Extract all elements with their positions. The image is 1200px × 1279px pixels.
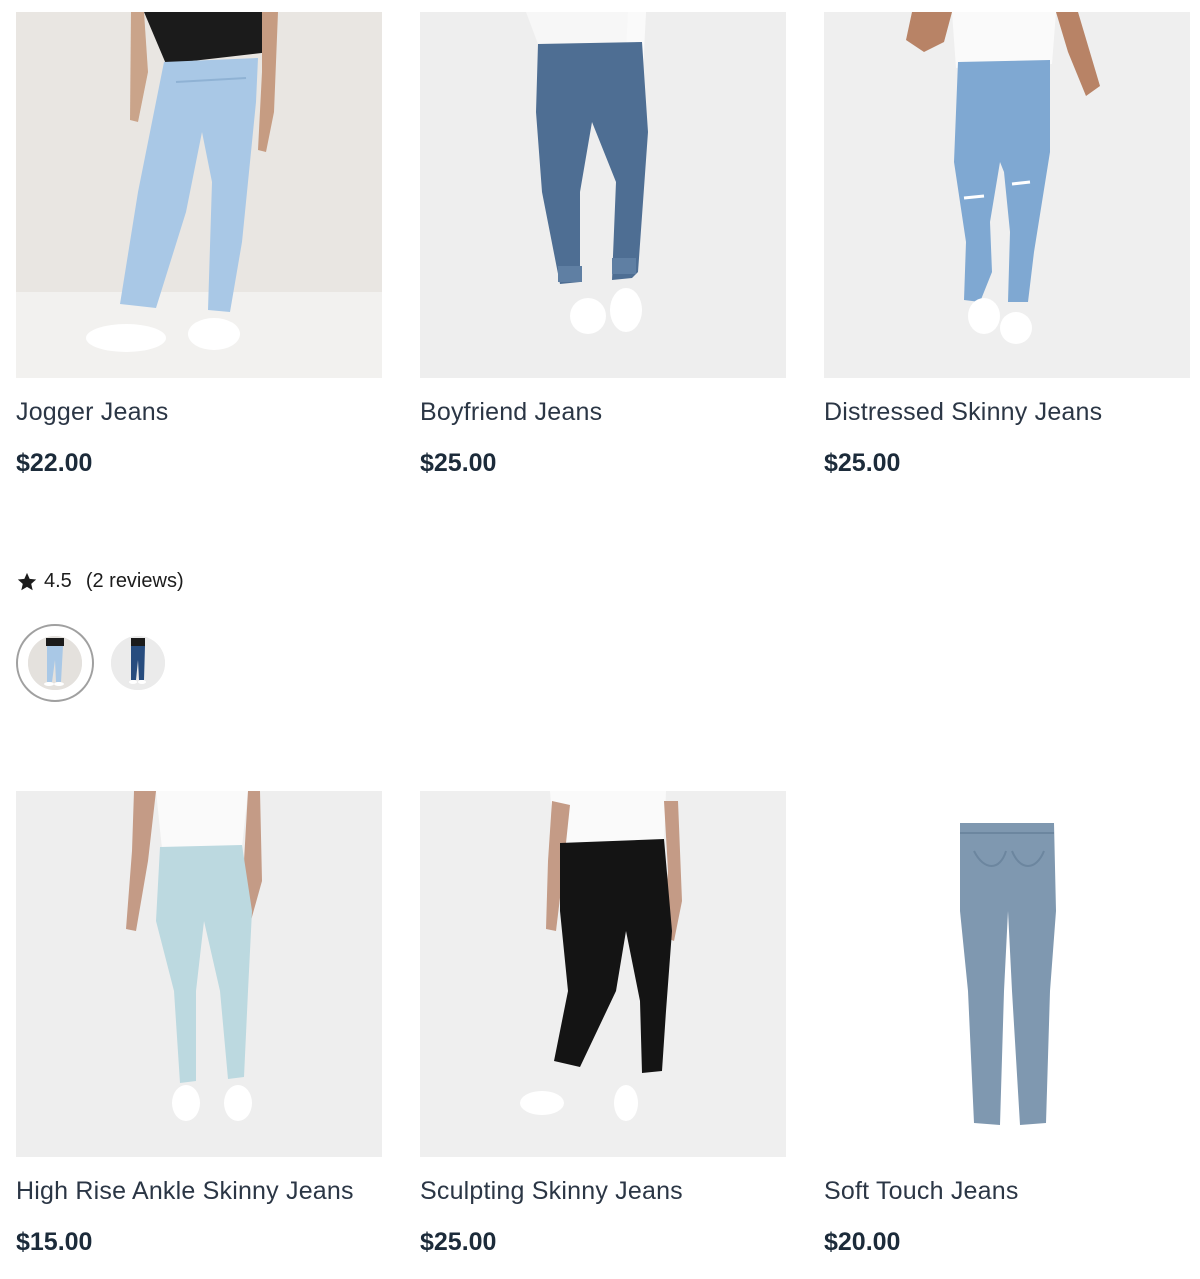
product-image[interactable] <box>824 791 1190 1157</box>
product-image[interactable] <box>420 12 786 378</box>
product-card[interactable]: Jogger Jeans $22.00 <box>16 12 382 477</box>
soft-touch-jeans-product-photo <box>824 791 1190 1157</box>
product-card[interactable]: Distressed Skinny Jeans $25.00 <box>824 12 1190 477</box>
product-price: $15.00 <box>16 1228 93 1256</box>
product-title[interactable]: High Rise Ankle Skinny Jeans <box>16 1177 354 1206</box>
sculpting-skinny-jeans-model-photo <box>420 791 786 1157</box>
product-rating: 4.5 (2 reviews) <box>16 570 184 593</box>
product-image[interactable] <box>16 12 382 378</box>
product-title[interactable]: Sculpting Skinny Jeans <box>420 1177 683 1206</box>
product-image[interactable] <box>824 12 1190 378</box>
product-image[interactable] <box>16 791 382 1157</box>
product-price: $25.00 <box>824 449 901 477</box>
jogger-jeans-model-photo <box>16 12 382 378</box>
product-price: $25.00 <box>420 449 497 477</box>
rating-score: 4.5 <box>44 570 72 592</box>
star-icon <box>17 572 37 590</box>
jogger-jeans-thumbnail <box>28 636 82 690</box>
boyfriend-jeans-model-photo <box>420 12 786 378</box>
product-price: $25.00 <box>420 1228 497 1256</box>
product-image[interactable] <box>420 791 786 1157</box>
color-swatch-dark-blue[interactable] <box>111 636 165 690</box>
color-swatch-light-blue[interactable] <box>16 624 94 702</box>
product-card[interactable]: Sculpting Skinny Jeans $25.00 <box>420 791 786 1256</box>
product-card[interactable]: High Rise Ankle Skinny Jeans $15.00 <box>16 791 382 1256</box>
product-title[interactable]: Soft Touch Jeans <box>824 1177 1019 1206</box>
product-title[interactable]: Boyfriend Jeans <box>420 398 602 427</box>
jogger-jeans-dark-thumbnail <box>111 636 165 690</box>
product-price: $20.00 <box>824 1228 901 1256</box>
product-title[interactable]: Distressed Skinny Jeans <box>824 398 1102 427</box>
distressed-skinny-jeans-model-photo <box>824 12 1190 378</box>
product-card[interactable]: Soft Touch Jeans $20.00 <box>824 791 1190 1256</box>
rating-review-count[interactable]: (2 reviews) <box>86 570 184 593</box>
product-price: $22.00 <box>16 449 93 477</box>
high-rise-ankle-skinny-jeans-model-photo <box>16 791 382 1157</box>
product-card[interactable]: Boyfriend Jeans $25.00 <box>420 12 786 477</box>
product-title[interactable]: Jogger Jeans <box>16 398 169 427</box>
